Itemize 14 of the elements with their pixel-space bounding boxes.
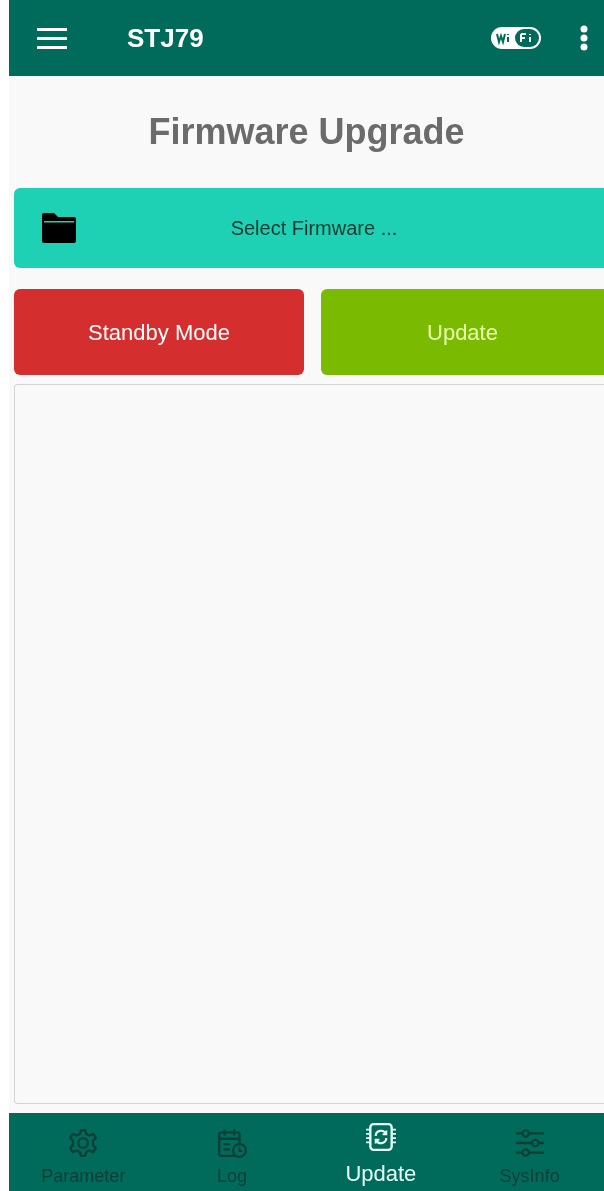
select-firmware-button[interactable]: Select Firmware ... <box>14 188 604 268</box>
folder-icon <box>40 212 78 244</box>
sliders-icon <box>513 1127 546 1159</box>
menu-icon[interactable] <box>37 27 67 49</box>
update-button[interactable]: Update <box>321 289 604 375</box>
chip-refresh-icon <box>364 1121 397 1153</box>
app-title: STJ79 <box>127 21 204 55</box>
calendar-clock-icon <box>216 1127 249 1159</box>
nav-tab[interactable]: Update <box>306 1113 456 1191</box>
page-title: Firmware Upgrade <box>148 110 465 154</box>
standby-mode-button[interactable]: Standby Mode <box>14 289 304 375</box>
more-icon[interactable] <box>580 25 588 51</box>
gear-icon <box>67 1127 100 1159</box>
wifi-icon[interactable] <box>490 26 542 50</box>
